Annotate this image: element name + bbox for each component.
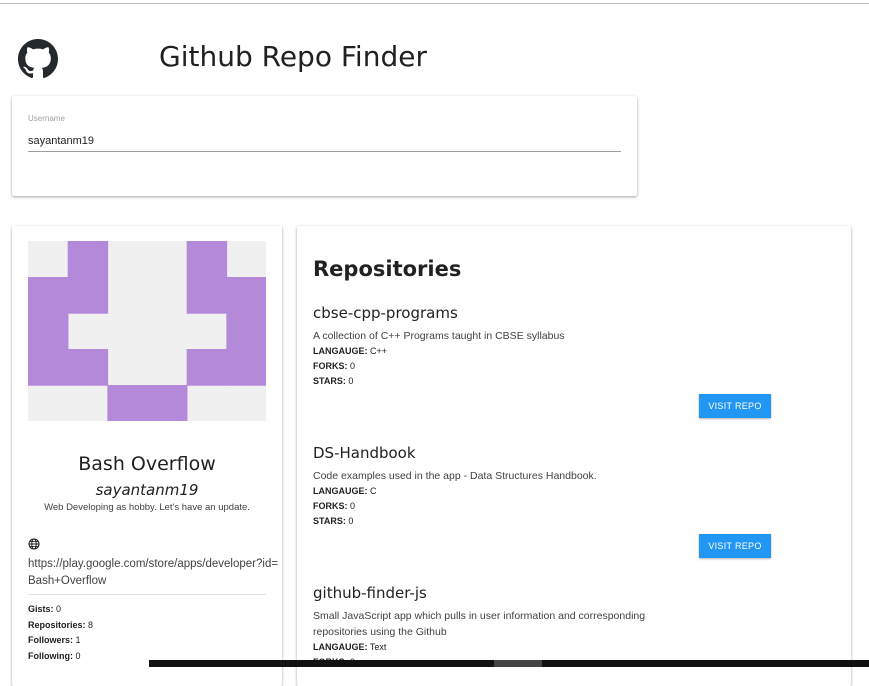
repo-item: cbse-cpp-programs A collection of C++ Pr…: [313, 304, 833, 389]
repo-forks: FORKS: 0: [313, 501, 356, 511]
visit-repo-button[interactable]: VISIT REPO: [699, 534, 771, 558]
app-title: Github Repo Finder: [159, 40, 427, 73]
repositories-title: Repositories: [313, 257, 462, 281]
avatar-cell: [147, 385, 188, 421]
search-card: Username: [12, 96, 637, 196]
avatar-cell: [28, 277, 69, 314]
repo-language: LANGAUGE: Text: [313, 642, 387, 652]
repo-language: LANGAUGE: C: [313, 486, 377, 496]
taskbar-segment: [494, 660, 542, 667]
repo-description: Code examples used in the app - Data Str…: [313, 470, 597, 482]
profile-card: Bash Overflow sayantanm19 Web Developing…: [12, 226, 282, 686]
profile-stats: Gists: 0 Repositories: 8 Followers: 1 Fo…: [28, 602, 266, 664]
app-header: Github Repo Finder: [0, 4, 869, 94]
avatar-cell: [226, 277, 266, 314]
repo-name: cbse-cpp-programs: [313, 304, 458, 322]
avatar-cell: [186, 241, 228, 278]
github-icon[interactable]: [18, 39, 58, 79]
stat-followers: Followers: 1: [28, 635, 81, 645]
repo-name: github-finder-js: [313, 584, 427, 602]
avatar-cell: [67, 277, 109, 314]
repo-description: A collection of C++ Programs taught in C…: [313, 330, 565, 342]
avatar-cell: [186, 277, 228, 314]
username-label: Username: [28, 114, 65, 123]
avatar-cell: [28, 313, 69, 350]
avatar-cell: [107, 385, 148, 421]
globe-icon: [28, 538, 40, 550]
repo-stars: STARS: 0: [313, 516, 354, 526]
repo-item: DS-Handbook Code examples used in the ap…: [313, 444, 833, 529]
repositories-card: Repositories cbse-cpp-programs A collect…: [297, 226, 851, 686]
avatar: [28, 241, 266, 421]
avatar-cell: [226, 313, 266, 350]
blog-link[interactable]: https://play.google.com/store/apps/devel…: [28, 556, 282, 590]
profile-login: sayantanm19: [95, 481, 199, 499]
repo-forks: FORKS: 0: [313, 361, 356, 371]
stat-repositories: Repositories: 8: [28, 619, 94, 630]
avatar-cell: [186, 349, 228, 386]
repo-language: LANGAUGE: C++: [313, 346, 388, 356]
avatar-cell: [28, 349, 69, 386]
username-input[interactable]: [28, 130, 621, 152]
avatar-cell: [226, 349, 266, 386]
repo-stars: STARS: 0: [313, 376, 354, 386]
profile-name: Bash Overflow: [78, 453, 216, 475]
stat-gists: Gists: 0: [28, 604, 62, 614]
repo-name: DS-Handbook: [313, 444, 416, 462]
visit-repo-button[interactable]: VISIT REPO: [699, 394, 771, 418]
avatar-cell: [67, 349, 109, 386]
repo-description: Small JavaScript app which pulls in user…: [313, 610, 646, 638]
profile-bio: Web Developing as hobby. Let's have an u…: [44, 502, 250, 513]
avatar-cell: [67, 241, 109, 278]
repo-item: github-finder-js Small JavaScript app wh…: [313, 584, 833, 670]
profile-divider: [28, 594, 266, 595]
